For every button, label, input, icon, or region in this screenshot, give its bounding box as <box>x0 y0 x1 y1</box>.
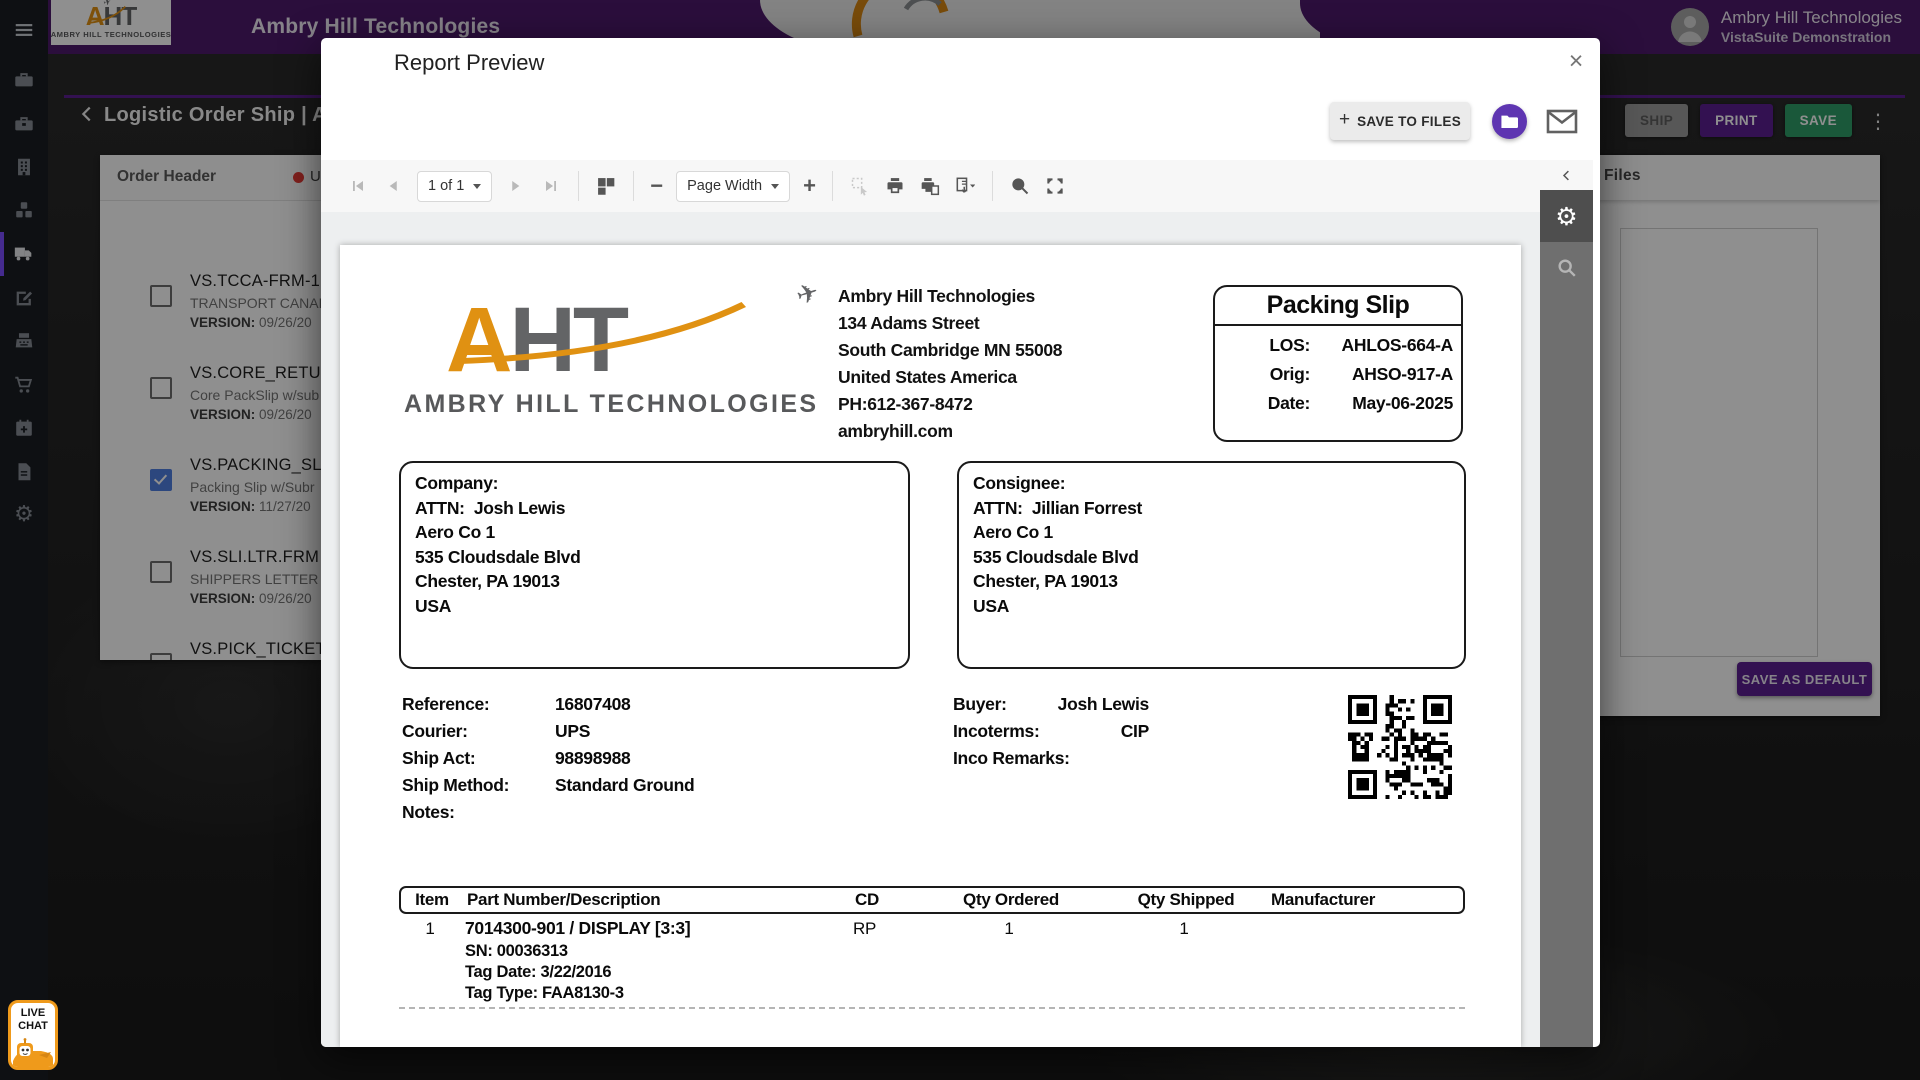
panel-search-icon[interactable] <box>1540 242 1593 294</box>
los-value: AHLOS-664-A <box>1310 335 1453 356</box>
folder-icon <box>1501 115 1518 129</box>
zoom-in-icon[interactable]: + <box>803 175 816 197</box>
previous-page-icon[interactable] <box>382 175 404 197</box>
toolbar-divider <box>832 171 833 201</box>
date-value: May-06-2025 <box>1310 393 1453 414</box>
mail-button[interactable] <box>1546 108 1578 135</box>
document-logo-caption: AMBRY HILL TECHNOLOGIES <box>404 390 834 419</box>
packing-slip-page: AHT ✈ AMBRY HILL TECHNOLOGIES Ambry Hill… <box>340 245 1521 1047</box>
save-to-files-button[interactable]: + SAVE TO FILES <box>1330 102 1470 140</box>
document-preview-area[interactable]: AHT ✈ AMBRY HILL TECHNOLOGIES Ambry Hill… <box>321 212 1540 1047</box>
orig-label: Orig: <box>1215 364 1310 385</box>
full-screen-icon[interactable] <box>1044 175 1066 197</box>
print-icon[interactable] <box>884 175 906 197</box>
collapse-chevron-icon[interactable] <box>1540 160 1593 190</box>
document-company-logo: AHT ✈ AMBRY HILL TECHNOLOGIES <box>404 294 834 434</box>
mail-icon <box>1546 108 1578 135</box>
first-page-icon[interactable] <box>347 175 369 197</box>
qr-code <box>1348 695 1452 799</box>
company-address-block: Ambry Hill Technologies 134 Adams Street… <box>838 283 1062 445</box>
toolbar-divider <box>992 171 993 201</box>
search-icon[interactable] <box>1009 175 1031 197</box>
multi-page-view-icon[interactable] <box>595 175 617 197</box>
last-page-icon[interactable] <box>540 175 562 197</box>
zoom-out-icon[interactable]: − <box>650 175 663 197</box>
company-box: Company: ATTN: Josh Lewis Aero Co 1 535 … <box>399 461 910 669</box>
panel-settings-gear-icon[interactable]: ⚙ <box>1540 190 1593 242</box>
toolbar-divider <box>633 171 634 201</box>
modal-title: Report Preview <box>394 50 544 76</box>
items-table: Item Part Number/Description CD Qty Orde… <box>399 886 1465 1004</box>
viewer-side-panel: ⚙ <box>1540 160 1593 1047</box>
shipment-fields-right: Buyer:Josh Lewis Incoterms:CIP Inco Rema… <box>953 691 1149 772</box>
plus-icon: + <box>1339 109 1350 131</box>
item-details: SN: 00036313 Tag Date: 3/22/2016 Tag Typ… <box>465 941 1465 1004</box>
airplane-icon: ✈ <box>794 280 820 311</box>
chat-robot-icon <box>11 1037 55 1067</box>
next-page-icon[interactable] <box>505 175 527 197</box>
screen: ⚙ AHT ✈ AMBRY HILL TECHNOLOGIES Ambry Hi… <box>0 0 1920 1080</box>
shipment-fields-left: Reference:16807408 Courier:UPS Ship Act:… <box>402 691 822 826</box>
page-section-divider <box>399 1007 1465 1009</box>
items-table-header: Item Part Number/Description CD Qty Orde… <box>399 886 1465 914</box>
select-tool-icon[interactable] <box>849 175 871 197</box>
packing-slip-header-box: Packing Slip LOS:AHLOS-664-A Orig:AHSO-9… <box>1213 285 1463 442</box>
close-icon[interactable]: × <box>1561 46 1591 76</box>
consignee-box: Consignee: ATTN: Jillian Forrest Aero Co… <box>957 461 1466 669</box>
orig-value: AHSO-917-A <box>1310 364 1453 385</box>
print-page-icon[interactable] <box>919 175 941 197</box>
panel-strip <box>1540 294 1593 1047</box>
packing-slip-title: Packing Slip <box>1215 287 1461 326</box>
viewer-toolbar: 1 of 1 − Page Width + <box>321 160 1540 212</box>
los-label: LOS: <box>1215 335 1310 356</box>
export-icon[interactable] <box>954 175 976 197</box>
page-select-dropdown[interactable]: 1 of 1 <box>417 171 492 202</box>
date-label: Date: <box>1215 393 1310 414</box>
zoom-mode-dropdown[interactable]: Page Width <box>676 171 790 202</box>
chevron-down-icon <box>771 184 779 189</box>
table-row: 1 7014300-901 / DISPLAY [3:3] RP 1 1 <box>399 918 1465 939</box>
chevron-down-icon <box>473 184 481 189</box>
report-preview-modal: Report Preview × + SAVE TO FILES 1 of 1 … <box>321 38 1600 1047</box>
live-chat-widget[interactable]: LIVECHAT <box>8 1000 58 1070</box>
toolbar-divider <box>578 171 579 201</box>
folder-button[interactable] <box>1492 104 1527 139</box>
